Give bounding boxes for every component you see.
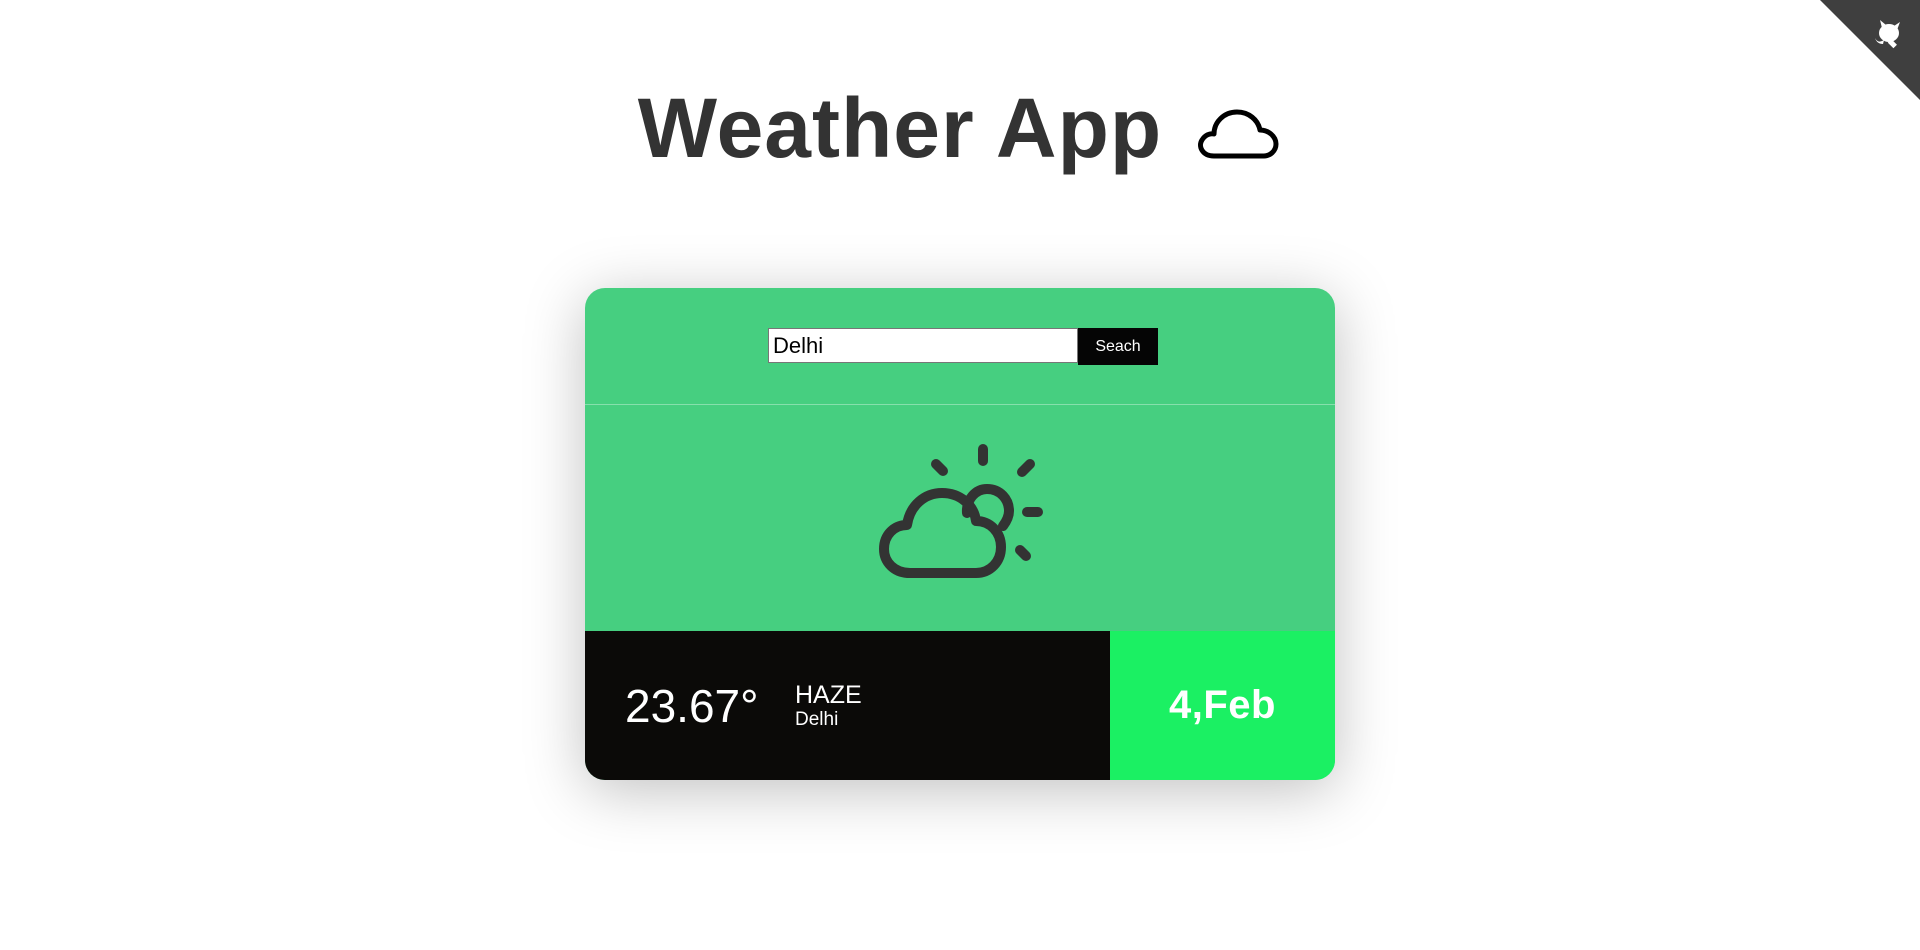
title-area: Weather App bbox=[0, 78, 1920, 178]
page-title-text: Weather App bbox=[637, 81, 1163, 175]
search-area: Seach bbox=[585, 288, 1335, 405]
temperature-value: 23.67° bbox=[625, 680, 759, 732]
date-panel: 4,Feb bbox=[1110, 631, 1335, 780]
page-title: Weather App bbox=[638, 78, 1282, 178]
city-search-input[interactable] bbox=[768, 328, 1078, 363]
partly-cloudy-icon bbox=[879, 444, 1043, 578]
date-label: 4,Feb bbox=[1169, 683, 1276, 727]
weather-condition: HAZE bbox=[795, 681, 862, 709]
weather-card: Seach 23.67° bbox=[585, 288, 1335, 780]
search-button[interactable]: Seach bbox=[1078, 328, 1158, 365]
city-name: Delhi bbox=[795, 709, 839, 730]
weather-info-bar: 23.67° HAZE Delhi 4,Feb bbox=[585, 631, 1335, 780]
search-form: Seach bbox=[768, 328, 1158, 365]
weather-icon-area bbox=[585, 405, 1335, 631]
page: Weather App Seach bbox=[0, 0, 1920, 950]
weather-details: 23.67° HAZE Delhi bbox=[585, 631, 1110, 780]
condition-block: HAZE Delhi bbox=[795, 681, 862, 731]
cloud-icon bbox=[1198, 109, 1279, 159]
